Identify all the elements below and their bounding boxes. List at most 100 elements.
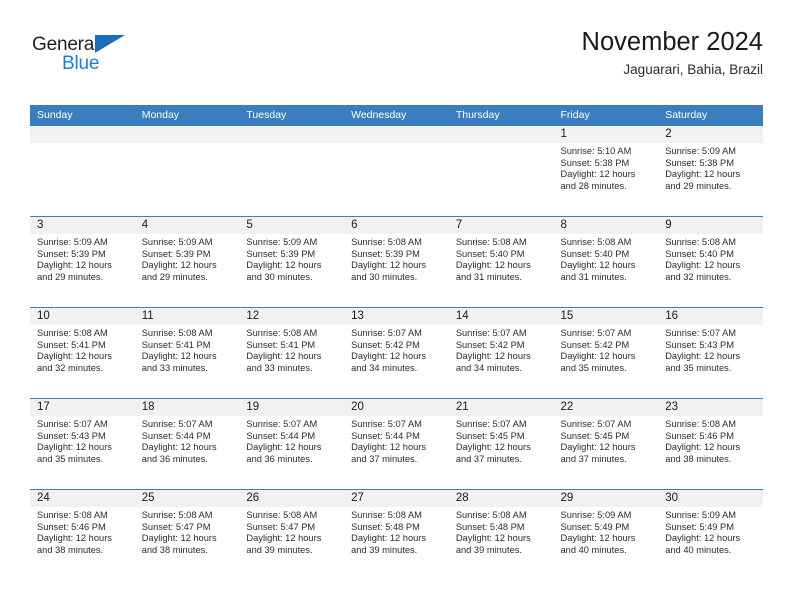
calendar-day-cell[interactable]: 22 Sunrise: 5:07 AM Sunset: 5:45 PM Dayligh… <box>553 398 659 490</box>
weekday-header-tuesday: Tuesday <box>239 105 345 126</box>
calendar-day-cell[interactable]: 25 Sunrise: 5:08 AM Sunset: 5:47 PM Dayligh… <box>134 489 240 580</box>
calendar-day-cell[interactable]: 8 Sunrise: 5:08 AM Sunset: 5:40 PM Daylight… <box>553 216 659 308</box>
sunrise-text: Sunrise: 5:08 AM <box>246 510 318 520</box>
day-cell-inner: 30 Sunrise: 5:09 AM Sunset: 5:49 PM Dayligh… <box>658 490 763 580</box>
day-cell-inner <box>239 126 345 216</box>
day-details: Sunrise: 5:08 AM Sunset: 5:41 PM Daylight:… <box>30 325 135 374</box>
calendar-day-cell[interactable]: 13 Sunrise: 5:07 AM Sunset: 5:42 PM Dayligh… <box>344 307 449 399</box>
day-number <box>448 126 554 143</box>
daylight-text-line1: Daylight: 12 hours <box>560 351 636 362</box>
daylight-text-line2: and 38 minutes. <box>665 453 732 464</box>
daylight-text-line1: Daylight: 12 hours <box>455 442 531 453</box>
calendar-day-cell[interactable]: 17 Sunrise: 5:07 AM Sunset: 5:43 PM Dayligh… <box>30 398 135 490</box>
daylight-text-line2: and 29 minutes. <box>37 271 104 282</box>
sunrise-text: Sunrise: 5:09 AM <box>665 510 737 520</box>
calendar-day-cell[interactable]: 11 Sunrise: 5:08 AM Sunset: 5:41 PM Dayligh… <box>134 307 240 399</box>
sunrise-text: Sunrise: 5:07 AM <box>246 419 318 429</box>
calendar-day-cell[interactable]: 20 Sunrise: 5:07 AM Sunset: 5:44 PM Dayligh… <box>344 398 449 490</box>
calendar-day-cell[interactable]: 15 Sunrise: 5:07 AM Sunset: 5:42 PM Dayligh… <box>553 307 659 399</box>
sunrise-text: Sunrise: 5:08 AM <box>665 419 737 429</box>
calendar-day-cell[interactable]: 7 Sunrise: 5:08 AM Sunset: 5:40 PM Daylight… <box>448 216 554 308</box>
calendar-day-cell[interactable]: 12 Sunrise: 5:08 AM Sunset: 5:41 PM Dayligh… <box>239 307 345 399</box>
calendar-day-cell[interactable]: 1 Sunrise: 5:10 AM Sunset: 5:38 PM Daylight… <box>553 126 659 217</box>
calendar-day-cell[interactable]: 4 Sunrise: 5:09 AM Sunset: 5:39 PM Daylight… <box>134 216 240 308</box>
day-cell-inner: 28 Sunrise: 5:08 AM Sunset: 5:48 PM Dayligh… <box>448 490 554 580</box>
day-number: 19 <box>239 399 345 416</box>
calendar-day-cell[interactable]: 2 Sunrise: 5:09 AM Sunset: 5:38 PM Daylight… <box>658 126 763 217</box>
daylight-text-line2: and 32 minutes. <box>37 362 104 373</box>
calendar-day-cell-empty <box>448 126 554 217</box>
day-number: 30 <box>658 490 763 507</box>
sunrise-text: Sunrise: 5:08 AM <box>351 237 422 247</box>
day-cell-inner: 29 Sunrise: 5:09 AM Sunset: 5:49 PM Dayligh… <box>553 490 659 580</box>
daylight-text-line1: Daylight: 12 hours <box>455 533 531 544</box>
calendar-day-cell[interactable]: 19 Sunrise: 5:07 AM Sunset: 5:44 PM Dayligh… <box>239 398 345 490</box>
daylight-text-line1: Daylight: 12 hours <box>560 442 636 453</box>
weekday-header-row: Sunday Monday Tuesday Wednesday Thursday… <box>30 105 763 126</box>
day-cell-inner: 19 Sunrise: 5:07 AM Sunset: 5:44 PM Dayligh… <box>239 399 345 489</box>
sunset-text: Sunset: 5:43 PM <box>665 339 734 350</box>
sunrise-text: Sunrise: 5:07 AM <box>455 328 527 338</box>
day-details <box>30 143 135 146</box>
sunset-text: Sunset: 5:38 PM <box>560 157 630 168</box>
day-number: 27 <box>344 490 449 507</box>
sunset-text: Sunset: 5:47 PM <box>141 521 211 532</box>
sunrise-text: Sunrise: 5:08 AM <box>37 328 108 338</box>
sunrise-text: Sunrise: 5:07 AM <box>37 419 108 429</box>
day-number: 10 <box>30 308 135 325</box>
calendar-day-cell[interactable]: 16 Sunrise: 5:07 AM Sunset: 5:43 PM Dayligh… <box>658 307 763 399</box>
calendar-day-cell[interactable]: 6 Sunrise: 5:08 AM Sunset: 5:39 PM Daylight… <box>344 216 449 308</box>
weekday-header-saturday: Saturday <box>658 105 763 126</box>
calendar-day-cell[interactable]: 29 Sunrise: 5:09 AM Sunset: 5:49 PM Dayligh… <box>553 489 659 580</box>
weekday-header-wednesday: Wednesday <box>344 105 449 126</box>
sunrise-text: Sunrise: 5:09 AM <box>560 510 632 520</box>
calendar-day-cell[interactable]: 24 Sunrise: 5:08 AM Sunset: 5:46 PM Dayligh… <box>30 489 135 580</box>
day-number: 15 <box>553 308 659 325</box>
day-details: Sunrise: 5:09 AM Sunset: 5:49 PM Daylight:… <box>658 507 763 556</box>
day-number: 17 <box>30 399 135 416</box>
calendar-day-cell-empty <box>239 126 345 217</box>
calendar-day-cell[interactable]: 3 Sunrise: 5:09 AM Sunset: 5:39 PM Daylight… <box>30 216 135 308</box>
weekday-header-friday: Friday <box>553 105 659 126</box>
day-number: 26 <box>239 490 345 507</box>
sunrise-text: Sunrise: 5:08 AM <box>351 510 422 520</box>
day-number: 13 <box>344 308 449 325</box>
sunrise-text: Sunrise: 5:10 AM <box>560 146 632 156</box>
calendar-day-cell[interactable]: 27 Sunrise: 5:08 AM Sunset: 5:48 PM Dayligh… <box>344 489 449 580</box>
calendar-day-cell[interactable]: 9 Sunrise: 5:08 AM Sunset: 5:40 PM Daylight… <box>658 216 763 308</box>
calendar-day-cell[interactable]: 26 Sunrise: 5:08 AM Sunset: 5:47 PM Dayligh… <box>239 489 345 580</box>
daylight-text-line1: Daylight: 12 hours <box>37 533 112 544</box>
day-number: 2 <box>658 126 763 143</box>
generalblue-logo[interactable]: General Blue <box>32 34 152 78</box>
calendar-day-cell[interactable]: 28 Sunrise: 5:08 AM Sunset: 5:48 PM Dayligh… <box>448 489 554 580</box>
calendar-day-cell[interactable]: 5 Sunrise: 5:09 AM Sunset: 5:39 PM Daylight… <box>239 216 345 308</box>
calendar-day-cell[interactable]: 18 Sunrise: 5:07 AM Sunset: 5:44 PM Dayligh… <box>134 398 240 490</box>
day-cell-inner: 7 Sunrise: 5:08 AM Sunset: 5:40 PM Daylight… <box>448 217 554 307</box>
day-number: 24 <box>30 490 135 507</box>
day-details: Sunrise: 5:07 AM Sunset: 5:44 PM Daylight:… <box>135 416 240 465</box>
daylight-text-line2: and 40 minutes. <box>560 544 627 555</box>
daylight-text-line2: and 31 minutes. <box>560 271 627 282</box>
calendar-header-row-group: Sunday Monday Tuesday Wednesday Thursday… <box>30 105 763 126</box>
day-number: 23 <box>658 399 763 416</box>
calendar-day-cell[interactable]: 14 Sunrise: 5:07 AM Sunset: 5:42 PM Dayligh… <box>448 307 554 399</box>
day-number <box>344 126 449 143</box>
daylight-text-line2: and 30 minutes. <box>351 271 418 282</box>
calendar-day-cell[interactable]: 21 Sunrise: 5:07 AM Sunset: 5:45 PM Dayligh… <box>448 398 554 490</box>
day-cell-inner: 8 Sunrise: 5:08 AM Sunset: 5:40 PM Daylight… <box>553 217 659 307</box>
sunrise-text: Sunrise: 5:09 AM <box>37 237 108 247</box>
day-number: 11 <box>134 308 240 325</box>
day-cell-inner: 11 Sunrise: 5:08 AM Sunset: 5:41 PM Dayligh… <box>134 308 240 398</box>
day-cell-inner: 2 Sunrise: 5:09 AM Sunset: 5:38 PM Daylight… <box>658 126 763 216</box>
month-calendar-table: Sunday Monday Tuesday Wednesday Thursday… <box>30 105 763 580</box>
day-cell-inner <box>448 126 554 216</box>
weekday-header-sunday: Sunday <box>30 105 135 126</box>
sunset-text: Sunset: 5:48 PM <box>455 521 525 532</box>
day-cell-inner: 23 Sunrise: 5:08 AM Sunset: 5:46 PM Dayligh… <box>658 399 763 489</box>
calendar-day-cell[interactable]: 30 Sunrise: 5:09 AM Sunset: 5:49 PM Dayligh… <box>658 489 763 580</box>
calendar-day-cell[interactable]: 23 Sunrise: 5:08 AM Sunset: 5:46 PM Dayligh… <box>658 398 763 490</box>
day-number: 22 <box>553 399 659 416</box>
calendar-day-cell[interactable]: 10 Sunrise: 5:08 AM Sunset: 5:41 PM Dayligh… <box>30 307 135 399</box>
sunrise-text: Sunrise: 5:08 AM <box>455 237 527 247</box>
day-cell-inner: 16 Sunrise: 5:07 AM Sunset: 5:43 PM Dayligh… <box>658 308 763 398</box>
